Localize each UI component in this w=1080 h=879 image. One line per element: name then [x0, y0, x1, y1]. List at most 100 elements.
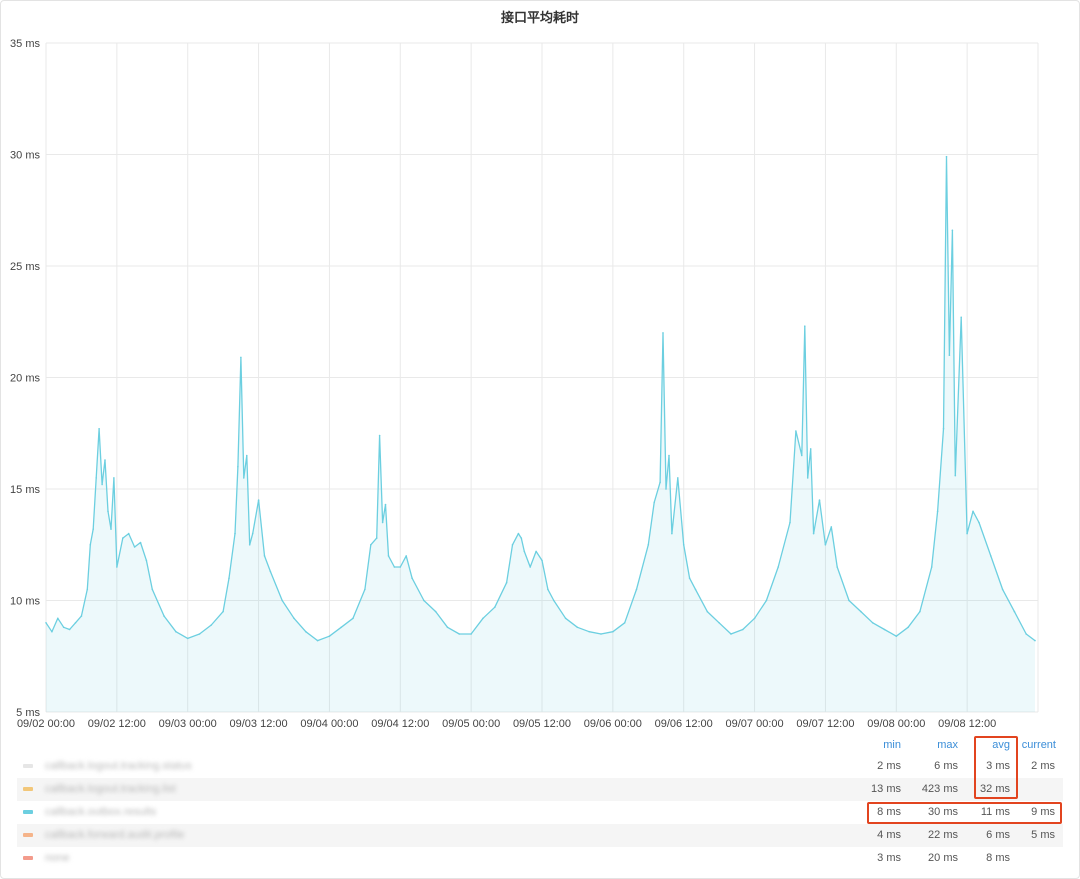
data-point: [972, 510, 974, 513]
data-point: [375, 537, 378, 539]
data-point: [446, 626, 449, 629]
data-point: [186, 637, 189, 640]
data-point: [564, 617, 567, 620]
data-point: [378, 434, 381, 437]
legend-value-min: 4 ms: [877, 829, 901, 841]
data-point: [494, 606, 496, 608]
data-point: [535, 550, 537, 553]
data-point: [742, 628, 744, 631]
data-point: [804, 325, 806, 328]
data-point: [95, 477, 97, 479]
data-point: [243, 477, 245, 479]
data-point: [80, 615, 83, 617]
legend-header-min[interactable]: min: [869, 739, 901, 751]
data-point: [777, 566, 779, 568]
legend-row[interactable]: callback.logout.tracking.status 2 ms 6 ms 3…: [17, 755, 1063, 778]
data-point: [677, 477, 679, 479]
data-point: [163, 615, 165, 617]
data-point: [384, 503, 387, 506]
data-point: [251, 532, 254, 535]
data-point: [399, 566, 402, 568]
legend-value-avg: 8 ms: [986, 852, 1010, 864]
data-point: [269, 570, 272, 573]
row-highlight-box: [867, 802, 1062, 824]
legend-value-max: 20 ms: [928, 852, 958, 864]
data-point: [257, 499, 260, 501]
data-point: [328, 635, 331, 637]
data-point: [848, 599, 850, 602]
data-point: [547, 588, 549, 591]
legend-value-max: 6 ms: [934, 760, 958, 772]
data-point: [688, 577, 691, 579]
data-point: [520, 537, 523, 539]
data-point: [919, 610, 921, 613]
legend-swatch: [23, 764, 33, 768]
legend-series-name[interactable]: callback.forward.audit.profile: [45, 829, 184, 841]
legend-row[interactable]: callback.logout.tracking.list 13 ms 423 ms…: [17, 778, 1063, 801]
x-tick-label: 09/05 00:00: [442, 718, 500, 730]
data-point: [151, 588, 154, 591]
x-tick-label: 09/03 00:00: [159, 718, 217, 730]
data-point: [517, 532, 520, 535]
data-point: [600, 633, 602, 635]
data-point: [836, 566, 838, 568]
data-point: [806, 477, 809, 479]
x-tick-label: 09/07 00:00: [726, 718, 784, 730]
legend-series-name[interactable]: callback.logout.tracking.status: [45, 760, 192, 772]
data-point: [824, 544, 827, 546]
legend-value-current: 5 ms: [1031, 829, 1055, 841]
data-point: [659, 481, 661, 484]
data-point: [529, 566, 531, 568]
data-point: [730, 633, 732, 635]
data-point: [765, 599, 768, 602]
data-point: [482, 617, 484, 620]
data-point: [139, 541, 142, 544]
data-point: [281, 599, 284, 602]
chart-panel: 接口平均耗时 5 ms 10 ms 15 ms 20 ms 25 ms 30 ms 35 m…: [0, 0, 1080, 879]
data-point: [588, 630, 590, 633]
legend-row[interactable]: callback.forward.audit.profile 4 ms 22 ms 6…: [17, 824, 1063, 847]
y-tick-label: 35 ms: [10, 38, 40, 50]
x-tick-label: 09/06 00:00: [584, 718, 642, 730]
data-point: [951, 229, 954, 232]
data-point: [423, 599, 425, 602]
data-point: [89, 544, 92, 546]
data-point: [74, 622, 77, 624]
data-point: [293, 617, 295, 620]
data-point: [511, 544, 514, 546]
data-point: [1013, 610, 1016, 613]
y-tick-label: 15 ms: [10, 484, 40, 496]
data-point: [98, 428, 100, 430]
data-point: [381, 521, 384, 524]
legend-value-max: 423 ms: [921, 783, 958, 795]
data-point: [370, 544, 372, 546]
data-point: [45, 622, 47, 624]
x-tick-label: 09/06 12:00: [655, 718, 713, 730]
data-point: [801, 454, 803, 457]
legend-value-avg: 6 ms: [986, 829, 1010, 841]
legend-value-current: 2 ms: [1031, 760, 1055, 772]
data-point: [694, 588, 697, 591]
legend-series-name[interactable]: callback.outbox.results: [45, 806, 156, 818]
data-point: [936, 510, 939, 513]
data-point: [662, 332, 664, 334]
data-point: [753, 617, 756, 620]
y-tick-label: 25 ms: [10, 261, 40, 273]
x-tick-label: 09/08 00:00: [867, 718, 925, 730]
legend-row[interactable]: none 3 ms 20 ms 8 ms: [17, 847, 1063, 870]
x-tick-label: 09/04 12:00: [371, 718, 429, 730]
legend-header-max[interactable]: max: [926, 739, 958, 751]
x-tick-label: 09/02 12:00: [88, 718, 146, 730]
data-point: [92, 528, 94, 530]
data-point: [387, 555, 390, 557]
legend-series-name[interactable]: none: [45, 852, 69, 864]
data-point: [907, 626, 909, 629]
data-point: [364, 588, 366, 591]
data-point: [228, 577, 230, 579]
data-point: [470, 633, 472, 635]
data-point: [107, 510, 109, 513]
legend-series-name[interactable]: callback.logout.tracking.list: [45, 783, 176, 795]
data-point: [210, 624, 213, 626]
data-point: [110, 528, 112, 530]
legend-value-max: 22 ms: [928, 829, 958, 841]
